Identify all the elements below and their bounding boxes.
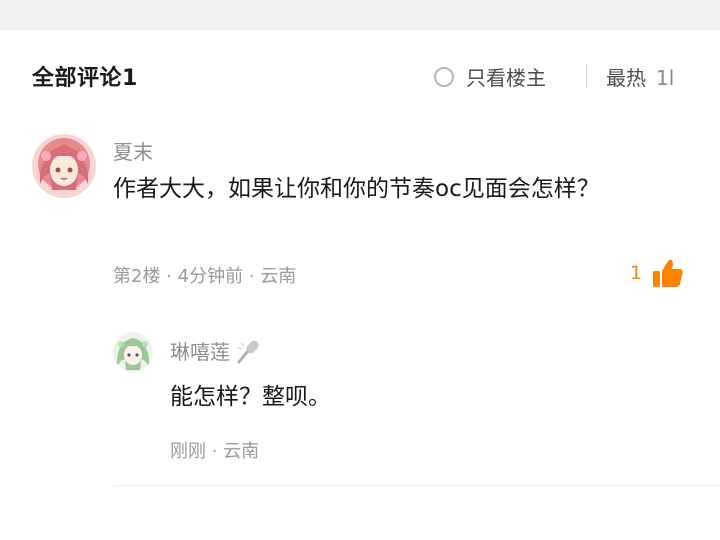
like-button[interactable]: 1	[630, 258, 684, 288]
sort-label: 最热	[606, 66, 646, 90]
reply-author-name: 琳嘻莲	[170, 340, 230, 364]
microphone-icon	[237, 340, 259, 363]
comments-title: 全部评论1	[32, 66, 138, 91]
reply-meta: 刚刚 · 云南	[170, 441, 260, 462]
only-author-label: 只看楼主	[466, 66, 546, 90]
reply-avatar[interactable]	[113, 332, 153, 372]
comment-text[interactable]: 作者大大，如果让你和你的节奏oc见面会怎样？	[113, 172, 673, 206]
only-author-filter[interactable]: 只看楼主	[434, 62, 546, 91]
reply-author[interactable]: 琳嘻莲	[170, 336, 262, 365]
commenter-avatar[interactable]	[32, 134, 96, 198]
sort-extra: 1l	[656, 66, 675, 90]
radio-circle-icon[interactable]	[434, 66, 454, 87]
comments-header: 全部评论1 只看楼主 最热 1l	[0, 30, 720, 120]
commenter-name[interactable]: 夏末	[113, 136, 153, 165]
thumbs-up-icon	[653, 259, 683, 287]
reply-text[interactable]: 能怎样？整呗。	[170, 380, 331, 414]
reply-divider	[113, 485, 720, 486]
comment-meta: 第2楼 · 4分钟前 · 云南	[113, 266, 297, 287]
sort-selector[interactable]: 最热 1l	[606, 62, 720, 91]
like-count: 1	[630, 262, 643, 284]
top-strip	[0, 0, 720, 30]
header-divider	[586, 64, 587, 88]
